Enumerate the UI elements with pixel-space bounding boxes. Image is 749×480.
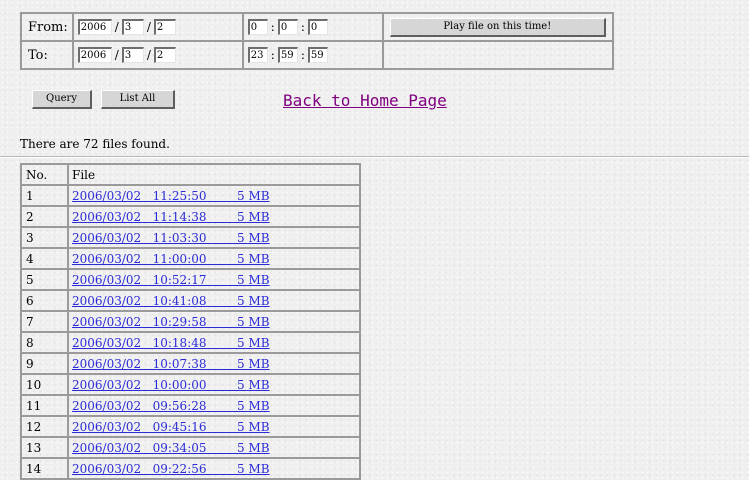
date-separator: / [146, 20, 151, 34]
from-year-input[interactable]: 2006 [77, 19, 112, 35]
file-list-body: 1 2006/03/02 11:25:50 5 MB 2 2006/03/02 11:… [21, 185, 360, 479]
table-row: 14 2006/03/02 09:22:56 5 MB [21, 458, 360, 479]
table-row: 2 2006/03/02 11:14:38 5 MB [21, 206, 360, 227]
date-separator: / [146, 48, 151, 62]
file-link[interactable]: 2006/03/02 10:29:58 5 MB [72, 315, 356, 329]
file-cell: 2006/03/02 09:56:28 5 MB [68, 395, 360, 416]
play-file-button[interactable]: Play file on this time! [389, 17, 606, 37]
row-number: 5 [21, 269, 68, 290]
file-cell: 2006/03/02 09:22:56 5 MB [68, 458, 360, 479]
file-link[interactable]: 2006/03/02 11:25:50 5 MB [72, 189, 356, 203]
result-count-text: There are 72 files found. [20, 137, 170, 151]
table-row: 6 2006/03/02 10:41:08 5 MB [21, 290, 360, 311]
file-link[interactable]: 2006/03/02 10:00:00 5 MB [72, 378, 356, 392]
list-all-button[interactable]: List All [101, 90, 175, 109]
file-link[interactable]: 2006/03/02 09:34:05 5 MB [72, 441, 356, 455]
back-to-home-link[interactable]: Back to Home Page [283, 91, 447, 110]
file-cell: 2006/03/02 09:34:05 5 MB [68, 437, 360, 458]
to-time-cell: 23:59:59 [242, 41, 383, 69]
row-number: 8 [21, 332, 68, 353]
empty-cell [382, 41, 613, 69]
column-header-file: File [68, 164, 360, 185]
divider [0, 156, 749, 158]
file-link[interactable]: 2006/03/02 10:52:17 5 MB [72, 273, 356, 287]
from-time-cell: 0:0:0 [242, 13, 383, 41]
row-number: 1 [21, 185, 68, 206]
table-row: 13 2006/03/02 09:34:05 5 MB [21, 437, 360, 458]
from-second-input[interactable]: 0 [307, 19, 328, 35]
to-label: To: [21, 41, 73, 69]
row-number: 14 [21, 458, 68, 479]
to-hour-input[interactable]: 23 [247, 47, 268, 63]
to-date-cell: 2006/3/2 [72, 41, 243, 69]
to-row: To: 2006/3/2 23:59:59 [21, 41, 613, 69]
row-number: 2 [21, 206, 68, 227]
time-range-table: From: 2006/3/2 0:0:0 Play file on this t… [20, 12, 614, 70]
file-cell: 2006/03/02 10:29:58 5 MB [68, 311, 360, 332]
table-row: 9 2006/03/02 10:07:38 5 MB [21, 353, 360, 374]
row-number: 10 [21, 374, 68, 395]
column-header-no: No. [21, 164, 68, 185]
row-number: 3 [21, 227, 68, 248]
from-month-input[interactable]: 3 [121, 19, 144, 35]
time-separator: : [300, 48, 305, 62]
file-link[interactable]: 2006/03/02 09:56:28 5 MB [72, 399, 356, 413]
file-cell: 2006/03/02 10:00:00 5 MB [68, 374, 360, 395]
to-day-input[interactable]: 2 [153, 47, 176, 63]
file-link[interactable]: 2006/03/02 09:45:16 5 MB [72, 420, 356, 434]
play-cell: Play file on this time! [382, 13, 613, 41]
row-number: 12 [21, 416, 68, 437]
row-number: 13 [21, 437, 68, 458]
date-separator: / [114, 48, 119, 62]
file-cell: 2006/03/02 10:07:38 5 MB [68, 353, 360, 374]
table-row: 11 2006/03/02 09:56:28 5 MB [21, 395, 360, 416]
to-month-input[interactable]: 3 [121, 47, 144, 63]
file-cell: 2006/03/02 11:03:30 5 MB [68, 227, 360, 248]
file-link[interactable]: 2006/03/02 11:14:38 5 MB [72, 210, 356, 224]
time-separator: : [270, 20, 275, 34]
time-separator: : [300, 20, 305, 34]
file-link[interactable]: 2006/03/02 10:41:08 5 MB [72, 294, 356, 308]
file-cell: 2006/03/02 11:14:38 5 MB [68, 206, 360, 227]
row-number: 4 [21, 248, 68, 269]
time-separator: : [270, 48, 275, 62]
file-link[interactable]: 2006/03/02 11:03:30 5 MB [72, 231, 356, 245]
file-cell: 2006/03/02 10:18:48 5 MB [68, 332, 360, 353]
file-list-table: No. File 1 2006/03/02 11:25:50 5 MB 2 2006/… [20, 163, 361, 480]
file-link[interactable]: 2006/03/02 10:18:48 5 MB [72, 336, 356, 350]
file-cell: 2006/03/02 09:45:16 5 MB [68, 416, 360, 437]
file-link[interactable]: 2006/03/02 09:22:56 5 MB [72, 462, 356, 476]
file-cell: 2006/03/02 11:00:00 5 MB [68, 248, 360, 269]
from-date-cell: 2006/3/2 [72, 13, 243, 41]
table-row: 5 2006/03/02 10:52:17 5 MB [21, 269, 360, 290]
to-year-input[interactable]: 2006 [77, 47, 112, 63]
table-header-row: No. File [21, 164, 360, 185]
table-row: 7 2006/03/02 10:29:58 5 MB [21, 311, 360, 332]
from-minute-input[interactable]: 0 [277, 19, 298, 35]
table-row: 12 2006/03/02 09:45:16 5 MB [21, 416, 360, 437]
row-number: 9 [21, 353, 68, 374]
to-minute-input[interactable]: 59 [277, 47, 298, 63]
from-label: From: [21, 13, 73, 41]
table-row: 10 2006/03/02 10:00:00 5 MB [21, 374, 360, 395]
row-number: 6 [21, 290, 68, 311]
file-cell: 2006/03/02 11:25:50 5 MB [68, 185, 360, 206]
from-row: From: 2006/3/2 0:0:0 Play file on this t… [21, 13, 613, 41]
table-row: 1 2006/03/02 11:25:50 5 MB [21, 185, 360, 206]
query-button[interactable]: Query [32, 90, 92, 109]
date-separator: / [114, 20, 119, 34]
from-hour-input[interactable]: 0 [247, 19, 268, 35]
file-cell: 2006/03/02 10:41:08 5 MB [68, 290, 360, 311]
file-link[interactable]: 2006/03/02 11:00:00 5 MB [72, 252, 356, 266]
to-second-input[interactable]: 59 [307, 47, 328, 63]
file-cell: 2006/03/02 10:52:17 5 MB [68, 269, 360, 290]
table-row: 8 2006/03/02 10:18:48 5 MB [21, 332, 360, 353]
table-row: 3 2006/03/02 11:03:30 5 MB [21, 227, 360, 248]
file-link[interactable]: 2006/03/02 10:07:38 5 MB [72, 357, 356, 371]
row-number: 7 [21, 311, 68, 332]
row-number: 11 [21, 395, 68, 416]
from-day-input[interactable]: 2 [153, 19, 176, 35]
table-row: 4 2006/03/02 11:00:00 5 MB [21, 248, 360, 269]
